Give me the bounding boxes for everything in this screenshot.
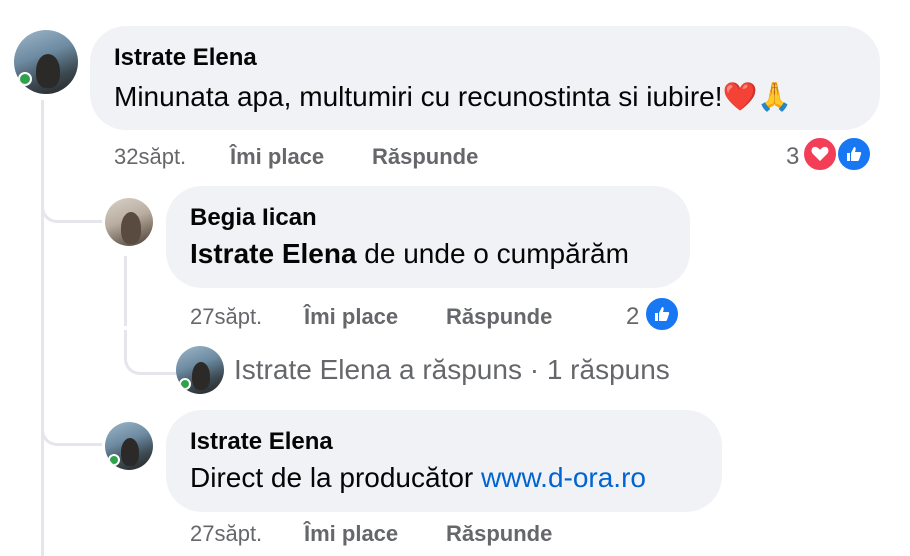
- thread-line-reply-1: [124, 256, 127, 326]
- comment-time[interactable]: 32săpt.: [114, 144, 186, 170]
- reply-button[interactable]: Răspunde: [446, 521, 552, 547]
- like-button[interactable]: Îmi place: [304, 304, 398, 330]
- comment-time[interactable]: 27săpt.: [190, 304, 262, 330]
- comment-text: Direct de la producător www.d-ora.ro: [190, 462, 646, 494]
- comment-bubble: Istrate Elena Minunata apa, multumiri cu…: [90, 26, 880, 130]
- like-button[interactable]: Îmi place: [304, 521, 398, 547]
- thread-connector-reply-summary: [124, 330, 177, 375]
- comment-bubble: Begia Iican Istrate Elena de unde o cump…: [166, 186, 690, 288]
- comment-time[interactable]: 27săpt.: [190, 521, 262, 547]
- like-icon[interactable]: [836, 136, 872, 172]
- avatar[interactable]: [105, 198, 153, 246]
- like-icon[interactable]: [644, 296, 680, 332]
- thread-connector-reply-2: [41, 410, 102, 446]
- avatar[interactable]: [14, 30, 78, 94]
- comment-author[interactable]: Istrate Elena: [114, 44, 257, 72]
- website-link[interactable]: www.d-ora.ro: [481, 462, 646, 493]
- comment-author[interactable]: Begia Iican: [190, 204, 317, 232]
- thread-connector-reply-1: [41, 190, 102, 223]
- thread-line-main: [41, 100, 44, 556]
- mention-link[interactable]: Istrate Elena: [190, 238, 357, 269]
- comment-text: Minunata apa, multumiri cu recunostinta …: [114, 81, 793, 112]
- reply-button[interactable]: Răspunde: [372, 144, 478, 170]
- comment-text: Istrate Elena de unde o cumpărăm: [190, 238, 629, 270]
- view-replies-link[interactable]: Istrate Elena a răspuns · 1 răspuns: [234, 354, 670, 386]
- comment-text-body: de unde o cumpărăm: [356, 238, 629, 269]
- heart-icon[interactable]: [802, 136, 838, 172]
- avatar[interactable]: [105, 422, 153, 470]
- reaction-count[interactable]: 2: [626, 303, 639, 331]
- reaction-count[interactable]: 3: [786, 143, 799, 171]
- avatar[interactable]: [176, 346, 224, 394]
- like-button[interactable]: Îmi place: [230, 144, 324, 170]
- reply-button[interactable]: Răspunde: [446, 304, 552, 330]
- comment-text-body: Direct de la producător: [190, 462, 482, 493]
- comment-author[interactable]: Istrate Elena: [190, 428, 333, 456]
- comment-bubble: Istrate Elena Direct de la producător ww…: [166, 410, 722, 512]
